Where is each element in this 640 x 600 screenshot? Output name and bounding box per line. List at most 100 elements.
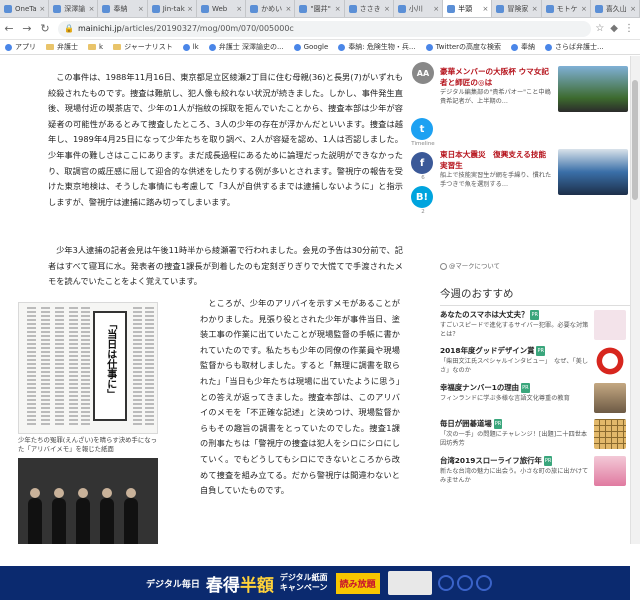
pr-badge: PR [493, 419, 503, 429]
tab-label: 深澤諭 [64, 5, 86, 13]
reload-icon[interactable]: ↻ [36, 22, 54, 35]
bookmark-icon [5, 43, 12, 51]
card-title[interactable]: 東日本大震災 復興支える技能実習生 [440, 149, 552, 171]
pr-badge: PR [530, 310, 539, 320]
press-conference-photo[interactable] [18, 458, 158, 544]
tab-label: 冒険家 [507, 5, 529, 13]
newsprint-column [69, 307, 78, 427]
olympic-emblem-icon [437, 570, 498, 596]
bookmark-item[interactable]: Google [289, 43, 334, 51]
recommendation-item[interactable]: 幸福度ナンバー1の理由 PR フィンランドに学ぶ多様な言語文化尊重の教育 [440, 383, 630, 417]
tab-close-icon[interactable]: × [37, 5, 45, 13]
favicon-icon [594, 5, 603, 13]
recommendation-item[interactable]: 2018年度グッドデザイン賞 PR 「柴田文江氏スペシャルインタビュー」 なぜ、「… [440, 346, 630, 380]
sidebar-card[interactable]: 豪華メンバーの大阪杯 ウマ女記者と師匠の◎は デジタル編集部の"貴希パオー"こと… [440, 66, 630, 116]
tab-close-icon[interactable]: × [234, 5, 242, 13]
bookmark-item[interactable]: 弁護士 深澤諭史の... [204, 42, 289, 52]
tab-close-icon[interactable]: × [87, 5, 95, 13]
hatena-bookmark-icon[interactable]: B! [411, 186, 433, 208]
twitter-share-icon[interactable]: t [411, 118, 433, 140]
facebook-share-icon[interactable]: f [411, 152, 433, 174]
newspaper-photo[interactable]: 「当日は仕事に」 [18, 302, 158, 434]
horse-race-image[interactable] [558, 66, 628, 112]
rec-title[interactable]: 毎日が囲碁道場 [440, 419, 492, 428]
sidebar-card[interactable]: 東日本大震災 復興支える技能実習生 船上で技能実習生が網を手繰り、慣れた手つきで… [440, 149, 630, 199]
ad-badge[interactable]: 読み放題 [335, 572, 380, 594]
rec-title[interactable]: あなたのスマホは大丈夫？ [440, 310, 528, 319]
browser-tab[interactable]: Jin-tak × [148, 0, 197, 17]
bookmark-icon [182, 43, 190, 51]
bookmark-item[interactable]: 奉納 [506, 42, 540, 52]
tab-label: ささき [359, 5, 381, 13]
pr-badge: PR [521, 383, 530, 393]
bookmark-item[interactable]: k [83, 43, 108, 51]
browser-tab[interactable]: 喜久山 × [591, 0, 640, 17]
bookmark-item[interactable]: lk [178, 43, 204, 51]
recommendation-item[interactable]: 台湾2019スローライフ旅行年 PR 新たな台湾の魅力に出会う。小さな町の旅に出か… [440, 456, 630, 490]
tab-close-icon[interactable]: × [628, 5, 636, 13]
cartoon-girl-image[interactable] [594, 310, 626, 340]
taiwan-travel-image[interactable] [594, 456, 626, 486]
go-board-image[interactable] [594, 419, 626, 449]
rec-title[interactable]: 2018年度グッドデザイン賞 [440, 346, 534, 355]
browser-tab[interactable]: モトケ × [542, 0, 591, 17]
scrollbar-thumb[interactable] [632, 80, 638, 200]
tab-close-icon[interactable]: × [431, 5, 439, 13]
tab-close-icon[interactable]: × [382, 5, 390, 13]
tab-close-icon[interactable]: × [530, 5, 538, 13]
tab-label: 小川 [408, 5, 423, 13]
bookmark-label: 奉納 [521, 43, 536, 51]
fishing-boat-image[interactable] [558, 149, 628, 195]
rec-title[interactable]: 台湾2019スローライフ旅行年 [440, 456, 542, 465]
newsprint-column [41, 307, 50, 427]
bottom-banner-ad[interactable]: デジタル毎日 春得半額 デジタル紙面 キャンペーン 読み放題 [0, 566, 630, 600]
address-bar[interactable]: 🔒 mainichi.jp /articles/20190327/mog/00m… [58, 20, 592, 37]
bookmark-item[interactable]: 弁護士 [41, 42, 83, 52]
browser-tab[interactable]: 小川 × [394, 0, 444, 17]
person-head [126, 488, 136, 498]
browser-tab[interactable]: 冒険家 × [492, 0, 542, 17]
ad-info-link[interactable]: @マークについて [440, 261, 500, 270]
tab-close-icon[interactable]: × [579, 5, 587, 13]
rec-title[interactable]: 幸福度ナンバー1の理由 [440, 383, 519, 392]
bookmark-label: Twitterの高度な検索 [435, 43, 502, 51]
tab-close-icon[interactable]: × [185, 5, 193, 13]
recommendation-item[interactable]: 毎日が囲碁道場 PR 「次の一手」の問題にチャレンジ！[出題]二十四世本因坊秀芳 [440, 419, 630, 453]
good-design-logo[interactable] [594, 346, 626, 376]
bookmark-item[interactable]: 奉納: 危険生物・兵... [333, 42, 420, 52]
tab-close-icon[interactable]: × [284, 5, 292, 13]
browser-tab[interactable]: Web × [197, 0, 247, 17]
browser-tab[interactable]: "園井" × [295, 0, 345, 17]
browser-tab[interactable]: ささき × [345, 0, 394, 17]
browser-tab[interactable]: OneTa × [0, 0, 50, 17]
recommendation-item[interactable]: あなたのスマホは大丈夫？ PR すごいスピードで進化するサイバー犯罪。必要な対策と… [440, 310, 630, 344]
bookmark-label: ジャーナリスト [124, 43, 173, 51]
tab-close-icon[interactable]: × [136, 5, 144, 13]
browser-tab[interactable]: 深澤諭 × [49, 0, 99, 17]
extension-icon[interactable]: ◆ [610, 23, 618, 34]
bookmark-item[interactable]: アプリ [0, 42, 41, 52]
portrait-image[interactable] [594, 383, 626, 413]
browser-tab[interactable]: 半頭 × [443, 0, 493, 17]
hatena-count: 2 [421, 209, 425, 215]
menu-icon[interactable]: ⋮ [624, 23, 634, 34]
article-paragraph: ところが、少年のアリバイを示すメモがあることがわかりました。見張り役とされた少年… [200, 298, 400, 496]
star-icon[interactable]: ☆ [595, 23, 604, 34]
bookmark-item[interactable]: Twitterの高度な検索 [421, 42, 506, 52]
bookmark-icon [425, 43, 433, 51]
browser-tab[interactable]: 奉納 × [98, 0, 148, 17]
tab-close-icon[interactable]: × [333, 5, 341, 13]
favicon-icon [250, 5, 259, 13]
back-icon[interactable]: ← [0, 22, 18, 35]
favicon-icon [4, 5, 12, 13]
folder-icon [88, 44, 96, 50]
bookmark-icon [338, 43, 346, 51]
bookmark-label: lk [192, 43, 199, 51]
browser-tab[interactable]: かめい × [246, 0, 296, 17]
forward-icon[interactable]: → [18, 22, 36, 35]
card-title[interactable]: 豪華メンバーの大阪杯 ウマ女記者と師匠の◎は [440, 66, 552, 88]
tab-close-icon[interactable]: × [480, 5, 488, 13]
bookmark-item[interactable]: さらば弁護士... [540, 42, 609, 52]
person-head [30, 488, 40, 498]
bookmark-item[interactable]: ジャーナリスト [108, 42, 178, 52]
